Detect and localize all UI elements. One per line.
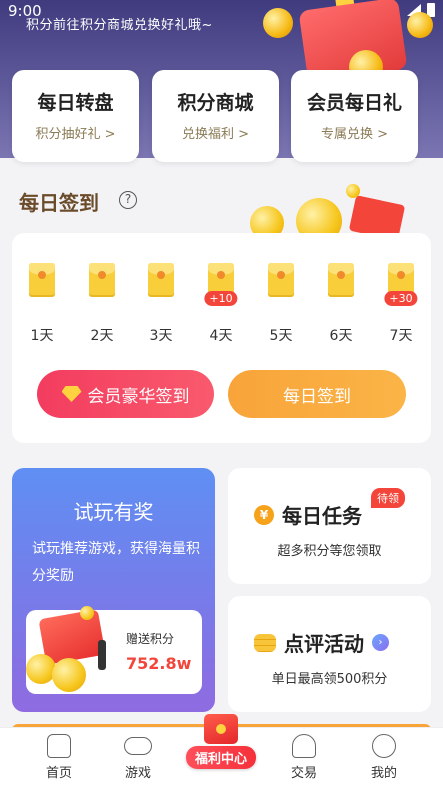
vip-signin-button[interactable]: 会员豪华签到: [37, 370, 214, 418]
bonus-badge: +10: [204, 291, 238, 306]
coins-decoration: [246, 184, 416, 244]
diamond-icon: [61, 386, 82, 402]
help-icon[interactable]: ?: [119, 191, 137, 209]
daily-signin-label: 每日签到: [283, 386, 351, 407]
red-envelope-coins-illustration: [26, 606, 122, 696]
profile-icon: [372, 734, 396, 758]
home-icon: [47, 734, 71, 758]
coin-icon: [80, 606, 94, 620]
gift-points-value: 752.8w: [126, 654, 192, 673]
day-label: 2天: [90, 328, 114, 344]
nav-home[interactable]: 首页: [29, 734, 89, 781]
envelope-icon: [29, 263, 55, 297]
trial-reward-card[interactable]: 试玩有奖 试玩推荐游戏，获得海量积分奖励 赠送积分 752.8w: [12, 468, 215, 712]
vip-signin-label: 会员豪华签到: [87, 386, 190, 407]
day-label: 1天: [30, 328, 54, 344]
coin-icon: [407, 12, 433, 38]
quick-link-subtitle: 兑换福利 >: [181, 127, 250, 142]
quick-link-title: 会员每日礼: [306, 92, 402, 114]
envelope-icon: [89, 263, 115, 297]
gamepad-icon: [124, 737, 152, 755]
gift-points-label: 赠送积分: [126, 632, 175, 646]
red-envelope-icon: [204, 714, 238, 744]
trade-icon: [292, 734, 316, 758]
envelope-icon: [268, 263, 294, 297]
daily-task-title: 每日任务: [282, 504, 362, 528]
bottom-nav: 首页 游戏 福利中心 交易 我的: [0, 714, 443, 787]
envelope-icon: [328, 263, 354, 297]
day-label: 3天: [149, 328, 173, 344]
daily-signin-button[interactable]: 每日签到: [228, 370, 406, 418]
day-label: 6天: [329, 328, 353, 344]
quick-link-subtitle: 专属兑换 >: [320, 127, 389, 142]
quick-link-title: 每日转盘: [37, 92, 114, 114]
trial-description: 试玩推荐游戏，获得海量积分奖励: [32, 541, 200, 584]
signin-day-6: 6天: [321, 263, 361, 345]
signin-day-5: 5天: [261, 263, 301, 345]
day-label: 4天: [209, 328, 233, 344]
arrow-right-icon: ›: [372, 634, 389, 651]
signin-day-4: +10 4天: [201, 263, 241, 345]
signin-day-3: 3天: [141, 263, 181, 345]
coin-icon: [26, 654, 56, 684]
nav-label: 福利中心: [186, 746, 256, 769]
review-activity-title: 点评活动: [284, 632, 364, 656]
nav-label: 我的: [370, 766, 397, 781]
nav-label: 交易: [290, 766, 317, 781]
nav-games[interactable]: 游戏: [108, 734, 168, 781]
quick-link-lucky-wheel[interactable]: 每日转盘 积分抽好礼 >: [12, 70, 139, 162]
envelope-icon: [148, 263, 174, 297]
signin-day-2: 2天: [82, 263, 122, 345]
day-label: 5天: [269, 328, 293, 344]
bonus-badge: +30: [384, 291, 418, 306]
signin-title: 每日签到: [19, 191, 99, 215]
nav-trade[interactable]: 交易: [274, 734, 334, 781]
signin-card: 1天 2天 3天 +10 4天 5天 6天 +30 7天 会员豪华签到 每日签到: [12, 233, 431, 443]
signin-day-1: 1天: [22, 263, 62, 345]
trial-title: 试玩有奖: [73, 500, 154, 524]
hero-text: 积分前往积分商城兑换好礼哦~: [26, 18, 213, 33]
daily-task-title-row: ¥ 每日任务: [254, 500, 362, 529]
coin-icon: [52, 658, 86, 692]
review-activity-card[interactable]: 点评活动 › 单日最高领500积分: [228, 596, 431, 712]
review-activity-title-row: 点评活动 ›: [254, 628, 389, 657]
nav-welfare-center[interactable]: 福利中心: [186, 714, 256, 769]
nav-me[interactable]: 我的: [354, 734, 414, 781]
coin-stack-icon: [254, 633, 276, 652]
person-icon: [98, 640, 106, 670]
quick-link-title: 积分商城: [177, 92, 254, 114]
quick-link-subtitle: 积分抽好礼 >: [35, 127, 116, 142]
quick-link-member-gift[interactable]: 会员每日礼 专属兑换 >: [291, 70, 418, 162]
review-activity-subtitle: 单日最高领500积分: [271, 672, 388, 687]
nav-label: 首页: [45, 766, 72, 781]
yen-coin-icon: ¥: [254, 504, 274, 525]
nav-label: 游戏: [124, 766, 151, 781]
quick-link-points-mall[interactable]: 积分商城 兑换福利 >: [152, 70, 279, 162]
daily-task-subtitle: 超多积分等您领取: [277, 544, 382, 559]
daily-task-card[interactable]: ¥ 每日任务 待领 超多积分等您领取: [228, 468, 431, 584]
coin-icon: [263, 8, 293, 38]
pending-badge: 待领: [371, 488, 405, 508]
signin-day-7: +30 7天: [381, 263, 421, 345]
day-label: 7天: [389, 328, 413, 344]
